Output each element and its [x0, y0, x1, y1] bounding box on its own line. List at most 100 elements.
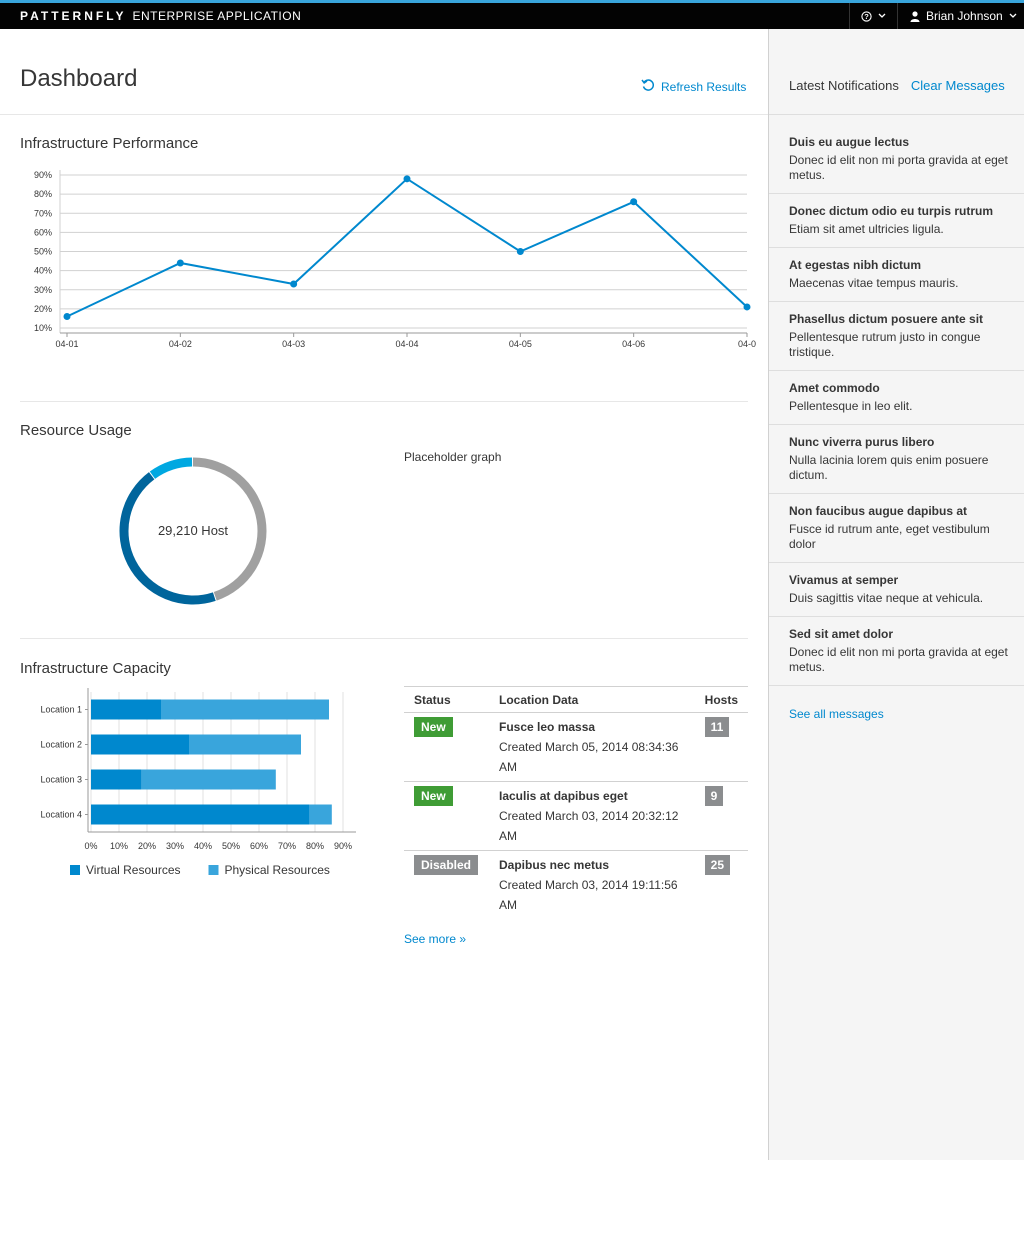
section-title-performance: Infrastructure Performance — [20, 135, 199, 152]
performance-line-chart: 10% 20% 30% 40% 50% 60% 70% 80% 90% 04-01 04-02 04-… — [34, 170, 756, 349]
x-tick-label: 60% — [250, 841, 268, 851]
notification-title: Nunc viverra purus libero — [789, 435, 935, 449]
y-tick-label: 40% — [34, 266, 52, 276]
bar-segment — [141, 769, 276, 790]
see-more-link[interactable]: See more » — [404, 932, 466, 946]
see-all-messages-link[interactable]: See all messages — [789, 707, 884, 721]
x-tick-label: 70% — [278, 841, 296, 851]
x-tick-label: 04-04 — [395, 339, 418, 349]
sidebar-divider — [769, 562, 1024, 563]
series-line — [66, 177, 748, 318]
bar-segment — [189, 734, 301, 755]
sidebar-divider — [769, 193, 1024, 194]
legend-label: Virtual Resources — [86, 863, 181, 877]
capacity-bar-chart: 0% 10% 20% 30% 40% 50% 60% 70% 80% 90% Location 1 L… — [40, 688, 356, 877]
x-tick-label: 04-05 — [509, 339, 532, 349]
column-header-status[interactable]: Status — [404, 686, 489, 713]
y-tick-label: 80% — [34, 189, 52, 199]
status-badge: Disabled — [414, 855, 479, 875]
y-category-label: Location 4 — [40, 810, 82, 820]
bar-segment — [309, 804, 332, 825]
notification-title: Amet commodo — [789, 381, 880, 395]
legend-swatch — [70, 865, 80, 875]
x-tick-label: 04-0 — [738, 339, 756, 349]
sidebar-divider — [769, 247, 1024, 248]
location-name: Iaculis at dapibus eget — [499, 789, 628, 803]
y-tick-label: 50% — [34, 247, 52, 257]
bar-segment — [91, 769, 142, 790]
section-divider — [20, 638, 748, 639]
column-header-hosts[interactable]: Hosts — [694, 686, 748, 713]
sidebar-divider — [769, 301, 1024, 302]
help-icon: ? — [861, 10, 872, 22]
notification-item[interactable]: Non faucibus augue dapibus at Fusce id r… — [789, 503, 1009, 552]
x-tick-label: 04-02 — [169, 339, 192, 349]
sidebar-divider — [769, 370, 1024, 371]
notification-item[interactable]: Nunc viverra purus libero Nulla lacinia … — [789, 434, 1009, 483]
column-header-location[interactable]: Location Data — [489, 686, 695, 713]
status-badge: New — [414, 717, 453, 737]
location-name: Fusce leo massa — [499, 720, 596, 734]
hosts-count-badge: 9 — [704, 786, 724, 806]
notification-body: Donec id elit non mi porta gravida at eg… — [789, 153, 1008, 182]
y-tick-label: 10% — [34, 323, 52, 333]
bar-segment — [161, 699, 329, 720]
notification-item[interactable]: Vivamus at semper Duis sagittis vitae ne… — [789, 572, 1009, 606]
sidebar-divider — [769, 685, 1024, 686]
x-tick-label: 20% — [138, 841, 156, 851]
user-menu-button[interactable]: Brian Johnson — [897, 3, 1024, 29]
y-category-label: Location 3 — [40, 775, 82, 785]
table-row[interactable]: Disabled Dapibus nec metus Created March … — [404, 851, 748, 920]
refresh-label: Refresh Results — [661, 79, 747, 94]
donut-slice — [149, 457, 193, 479]
svg-text:?: ? — [864, 12, 869, 21]
clear-messages-link[interactable]: Clear Messages — [911, 78, 1005, 93]
notification-body: Donec id elit non mi porta gravida at eg… — [789, 645, 1008, 674]
notification-item[interactable]: Donec dictum odio eu turpis rutrum Etiam… — [789, 203, 1009, 237]
x-tick-label: 90% — [334, 841, 352, 851]
notification-body: Maecenas vitae tempus mauris. — [789, 276, 959, 290]
notification-item[interactable]: At egestas nibh dictum Maecenas vitae te… — [789, 257, 1009, 291]
notification-item[interactable]: Phasellus dictum posuere ante sit Pellen… — [789, 311, 1009, 360]
brand-name: PATTERNFLY — [20, 9, 127, 23]
refresh-results-link[interactable]: Refresh Results — [641, 78, 746, 95]
bar-segment — [91, 699, 161, 720]
title-divider — [0, 114, 768, 115]
notification-item[interactable]: Amet commodo Pellentesque in leo elit. — [789, 380, 1009, 414]
y-category-label: Location 2 — [40, 740, 82, 750]
notification-title: Donec dictum odio eu turpis rutrum — [789, 204, 994, 218]
bar-segment — [91, 734, 189, 755]
location-name: Dapibus nec metus — [499, 858, 610, 872]
notification-title: Non faucibus augue dapibus at — [789, 504, 968, 518]
refresh-icon — [641, 78, 655, 95]
x-tick-label: 04-01 — [55, 339, 78, 349]
sidebar-divider — [769, 616, 1024, 617]
user-name: Brian Johnson — [926, 9, 1003, 23]
help-menu-button[interactable]: ? — [849, 3, 897, 29]
notification-item[interactable]: Duis eu augue lectus Donec id elit non m… — [789, 134, 1009, 183]
capacity-table: Status Location Data Hosts New Fusce leo… — [404, 686, 748, 919]
notification-body: Duis sagittis vitae neque at vehicula. — [789, 591, 984, 605]
data-point — [630, 198, 638, 206]
notifications-title: Latest Notifications — [789, 78, 899, 93]
x-tick-label: 50% — [222, 841, 240, 851]
chevron-down-icon — [1009, 13, 1017, 19]
x-tick-label: 04-06 — [622, 339, 645, 349]
sidebar-divider — [769, 493, 1024, 494]
location-created: Created March 03, 2014 19:11:56 AM — [499, 878, 678, 912]
y-tick-label: 70% — [34, 208, 52, 218]
hosts-count-badge: 25 — [704, 855, 731, 875]
data-point — [290, 280, 298, 288]
x-tick-label: 40% — [194, 841, 212, 851]
notifications-header: Latest Notifications Clear Messages — [789, 78, 1009, 93]
x-tick-label: 10% — [110, 841, 128, 851]
brand-logo[interactable]: PATTERNFLY ENTERPRISE APPLICATION — [20, 9, 301, 23]
table-row[interactable]: New Fusce leo massa Created March 05, 201… — [404, 712, 748, 782]
data-point — [403, 175, 411, 183]
data-point — [176, 259, 184, 267]
x-tick-label: 0% — [84, 841, 97, 851]
notification-title: Sed sit amet dolor — [789, 627, 894, 641]
table-row[interactable]: New Iaculis at dapibus eget Created March… — [404, 781, 748, 851]
placeholder-graph-text: Placeholder graph — [404, 450, 502, 464]
notification-item[interactable]: Sed sit amet dolor Donec id elit non mi … — [789, 626, 1009, 675]
